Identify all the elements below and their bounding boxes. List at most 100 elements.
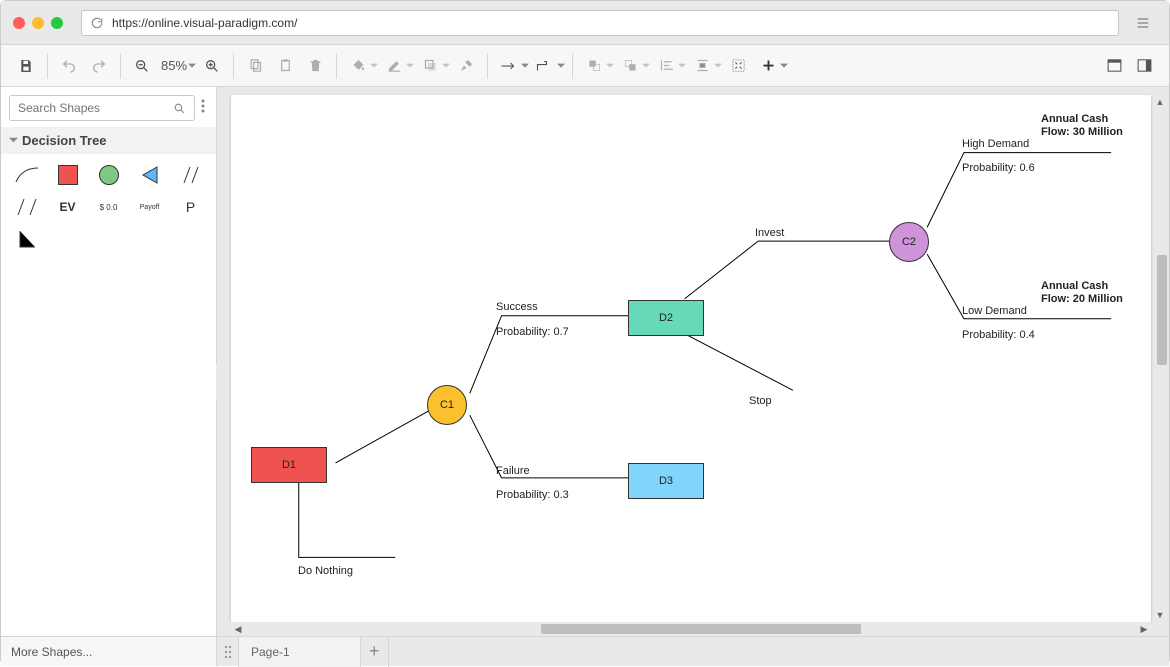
- panel-right-icon: [1136, 57, 1153, 74]
- page-tabs: Page-1 +: [217, 637, 389, 666]
- chevron-down-icon: [780, 62, 788, 70]
- shape-branch[interactable]: [13, 164, 41, 186]
- url-bar[interactable]: https://online.visual-paradigm.com/: [81, 10, 1119, 36]
- distribute-dropdown[interactable]: [713, 51, 723, 81]
- search-input[interactable]: [18, 101, 173, 115]
- panel-toggle-right-button[interactable]: [1129, 51, 1159, 81]
- sidebar-menu-button[interactable]: [201, 99, 208, 118]
- shape-decision[interactable]: [54, 164, 82, 186]
- horizontal-scrollbar[interactable]: ◀ ▶: [231, 622, 1151, 636]
- label-cash30b[interactable]: Flow: 30 Million: [1041, 126, 1123, 138]
- vscroll-thumb[interactable]: [1157, 255, 1167, 365]
- page-tab-1[interactable]: Page-1: [239, 637, 361, 667]
- shape-axis[interactable]: [13, 228, 41, 250]
- zoom-out-button[interactable]: [127, 51, 157, 81]
- to-front-dropdown[interactable]: [605, 51, 615, 81]
- label-cash20b[interactable]: Flow: 20 Million: [1041, 293, 1123, 305]
- chevron-down-icon: [442, 62, 450, 70]
- align-dropdown[interactable]: [677, 51, 687, 81]
- node-d1[interactable]: D1: [251, 447, 327, 483]
- connector-elbow-icon: [536, 59, 554, 73]
- redo-icon: [91, 58, 107, 74]
- label-failure[interactable]: Failure: [496, 465, 530, 477]
- chevron-down-icon: [642, 62, 650, 70]
- label-prob03[interactable]: Probability: 0.3: [496, 489, 569, 501]
- label-prob07[interactable]: Probability: 0.7: [496, 326, 569, 338]
- scroll-down-icon[interactable]: ▼: [1153, 608, 1167, 622]
- shape-chance[interactable]: [95, 164, 123, 186]
- add-page-button[interactable]: +: [361, 637, 389, 667]
- panel-toggle-left-button[interactable]: [1099, 51, 1129, 81]
- shadow-icon: [423, 58, 438, 73]
- paste-button[interactable]: [270, 51, 300, 81]
- label-stop[interactable]: Stop: [749, 395, 772, 407]
- to-back-dropdown[interactable]: [641, 51, 651, 81]
- shadow-dropdown[interactable]: [441, 51, 451, 81]
- zoom-out-icon: [134, 58, 150, 74]
- undo-button[interactable]: [54, 51, 84, 81]
- copy-button[interactable]: [240, 51, 270, 81]
- shape-ev[interactable]: EV: [54, 196, 82, 218]
- connector-straight-dropdown[interactable]: [520, 51, 530, 81]
- panel-decision-tree[interactable]: Decision Tree: [1, 127, 216, 154]
- panel-title-text: Decision Tree: [22, 133, 107, 148]
- label-do-nothing[interactable]: Do Nothing: [298, 565, 353, 577]
- node-c2[interactable]: C2: [889, 222, 929, 262]
- more-shapes-button[interactable]: More Shapes...: [1, 637, 217, 666]
- save-button[interactable]: [11, 51, 41, 81]
- scroll-up-icon[interactable]: ▲: [1153, 95, 1167, 109]
- shape-lines1[interactable]: [177, 164, 205, 186]
- browser-menu-button[interactable]: [1129, 9, 1157, 37]
- node-c1[interactable]: C1: [427, 385, 467, 425]
- front-icon: [587, 58, 602, 73]
- hscroll-thumb[interactable]: [541, 624, 861, 634]
- fill-dropdown[interactable]: [369, 51, 379, 81]
- label-low-demand[interactable]: Low Demand: [962, 305, 1027, 317]
- shape-lines2[interactable]: [13, 196, 41, 218]
- label-cash20a[interactable]: Annual Cash: [1041, 280, 1108, 292]
- zoom-in-icon: [204, 58, 220, 74]
- window-controls: [13, 17, 63, 29]
- zoom-dropdown[interactable]: [187, 51, 197, 81]
- chevron-down-icon: [406, 62, 414, 70]
- label-high-demand[interactable]: High Demand: [962, 138, 1029, 150]
- shape-end[interactable]: [136, 164, 164, 186]
- label-prob04[interactable]: Probability: 0.4: [962, 329, 1035, 341]
- search-shapes-box[interactable]: [9, 95, 195, 121]
- vertical-scrollbar[interactable]: ▲ ▼: [1153, 95, 1167, 622]
- label-success[interactable]: Success: [496, 301, 538, 313]
- delete-button[interactable]: [300, 51, 330, 81]
- close-dot[interactable]: [13, 17, 25, 29]
- minimize-dot[interactable]: [32, 17, 44, 29]
- fit-button[interactable]: [723, 51, 753, 81]
- pencil-icon: [387, 58, 402, 73]
- format-painter-button[interactable]: [451, 51, 481, 81]
- shape-p[interactable]: P: [177, 196, 205, 218]
- shape-payoff[interactable]: Payoff: [136, 196, 164, 218]
- diagram-edges: [231, 95, 1151, 622]
- label-cash30a[interactable]: Annual Cash: [1041, 113, 1108, 125]
- shape-cost[interactable]: $ 0.0: [95, 196, 123, 218]
- label-prob06[interactable]: Probability: 0.6: [962, 162, 1035, 174]
- trash-icon: [308, 58, 323, 73]
- zoom-level[interactable]: 85%: [157, 58, 191, 73]
- node-d3[interactable]: D3: [628, 463, 704, 499]
- fit-icon: [731, 58, 746, 73]
- add-dropdown[interactable]: [779, 51, 789, 81]
- zoom-in-button[interactable]: [197, 51, 227, 81]
- brush-icon: [459, 58, 474, 73]
- redo-button[interactable]: [84, 51, 114, 81]
- distribute-icon: [695, 58, 710, 73]
- save-icon: [18, 58, 34, 74]
- maximize-dot[interactable]: [51, 17, 63, 29]
- canvas[interactable]: D1 C1 D2 D3 C2 Do Nothing Success Probab…: [231, 95, 1151, 622]
- scroll-right-icon[interactable]: ▶: [1137, 622, 1151, 636]
- connector-ortho-dropdown[interactable]: [556, 51, 566, 81]
- node-d2[interactable]: D2: [628, 300, 704, 336]
- label-invest[interactable]: Invest: [755, 227, 784, 239]
- scroll-left-icon[interactable]: ◀: [231, 622, 245, 636]
- page-menu-button[interactable]: [217, 637, 239, 667]
- footer: More Shapes... Page-1 +: [1, 636, 1169, 666]
- stroke-dropdown[interactable]: [405, 51, 415, 81]
- copy-icon: [248, 58, 263, 73]
